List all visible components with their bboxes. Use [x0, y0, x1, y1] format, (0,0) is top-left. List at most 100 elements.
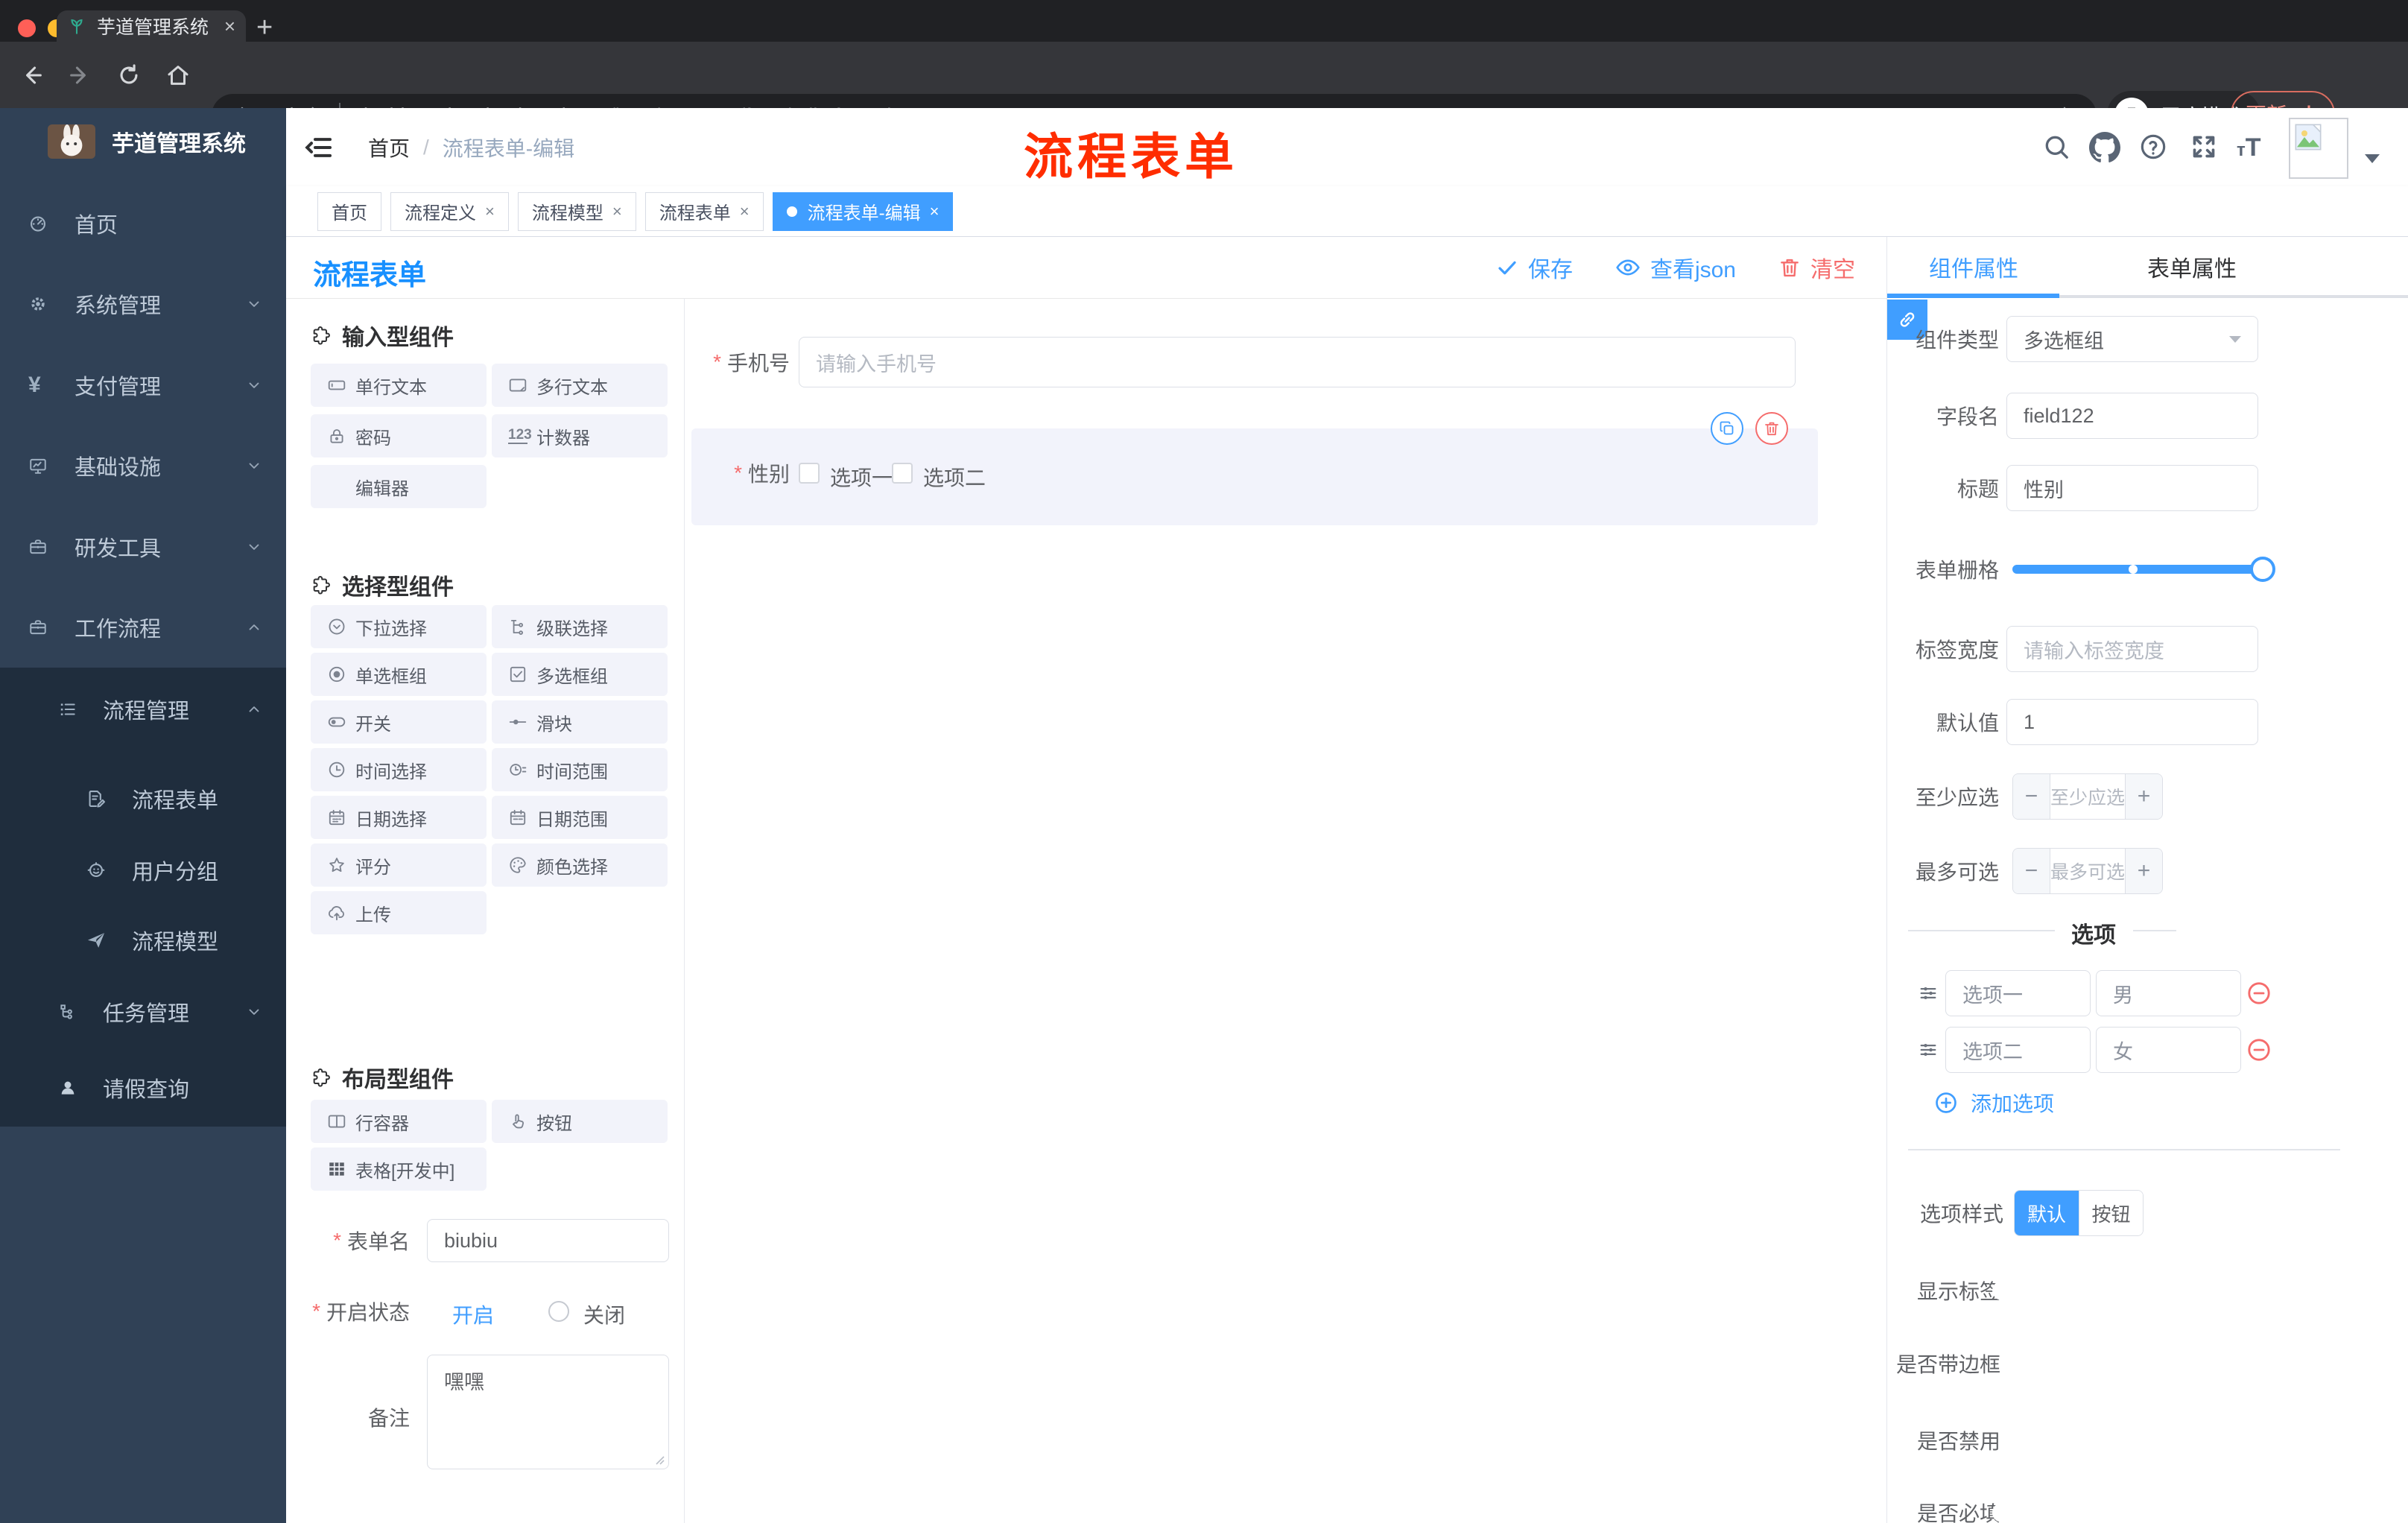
component-radio-group[interactable]: 单选框组 — [311, 653, 487, 696]
gender-option2-checkbox[interactable] — [892, 463, 913, 484]
grid-slider-handle[interactable] — [2250, 557, 2275, 582]
delete-component-button[interactable] — [1755, 412, 1788, 445]
default-value-input[interactable]: 1 — [2006, 699, 2258, 745]
home-icon[interactable] — [165, 63, 191, 88]
component-counter[interactable]: 计数器 — [492, 414, 668, 457]
component-multi-text[interactable]: 多行文本 — [492, 364, 668, 407]
drag-handle-icon[interactable] — [1918, 983, 1939, 1004]
tag-close-icon[interactable] — [930, 202, 940, 221]
status-off-label[interactable]: 关闭 — [583, 1299, 625, 1329]
component-editor[interactable]: 编辑器 — [311, 465, 487, 508]
component-cascader[interactable]: 级联选择 — [492, 605, 668, 648]
tag-process-form[interactable]: 流程表单 — [644, 191, 764, 231]
form-name-input[interactable]: biubiu — [427, 1219, 669, 1262]
sidebar-logo[interactable]: 芋道管理系统 — [0, 118, 286, 165]
option-label-input[interactable]: 选项二 — [1945, 1027, 2091, 1073]
tab-component-props[interactable]: 组件属性 — [1907, 250, 2041, 283]
reload-icon[interactable] — [116, 63, 142, 88]
tab-form-props[interactable]: 表单属性 — [2125, 250, 2259, 283]
component-checkbox-group[interactable]: 多选框组 — [492, 653, 668, 696]
browser-tab[interactable]: 芋道管理系统 — [57, 10, 246, 42]
forward-icon[interactable] — [67, 63, 92, 88]
tag-process-form-edit[interactable]: 流程表单-编辑 — [772, 191, 954, 231]
sidebar-item-workflow[interactable]: 工作流程 — [0, 593, 286, 662]
tag-close-icon[interactable] — [485, 202, 495, 221]
tag-process-model[interactable]: 流程模型 — [517, 191, 636, 231]
component-time-picker[interactable]: 时间选择 — [311, 748, 487, 791]
component-select[interactable]: 下拉选择 — [311, 605, 487, 648]
canvas-phone-input[interactable]: 请输入手机号 — [799, 337, 1796, 387]
font-size-icon[interactable]: тT — [2237, 133, 2261, 162]
copy-component-button[interactable] — [1711, 412, 1743, 445]
stepper-value[interactable]: 最多可选 — [2050, 849, 2125, 893]
back-icon[interactable] — [19, 63, 45, 88]
gender-option2-label[interactable]: 选项二 — [923, 462, 986, 492]
style-default-button[interactable]: 默认 — [2015, 1191, 2079, 1235]
component-button[interactable]: 按钮 — [492, 1100, 668, 1143]
component-slider[interactable]: 滑块 — [492, 700, 668, 744]
sidebar-item-leave-query[interactable]: 请假查询 — [0, 1054, 286, 1122]
save-button[interactable]: 保存 — [1495, 251, 1573, 284]
tag-close-icon[interactable] — [612, 202, 622, 221]
sidebar-collapse-icon[interactable] — [304, 133, 334, 162]
sidebar-item-user-group[interactable]: 用户分组 — [0, 836, 286, 905]
component-rate[interactable]: 评分 — [311, 843, 487, 887]
sidebar-item-process-form[interactable]: 流程表单 — [0, 764, 286, 833]
stepper-minus-button[interactable]: − — [2013, 849, 2050, 893]
grid-slider-track[interactable] — [2012, 565, 2263, 574]
search-icon[interactable] — [2041, 132, 2071, 162]
sidebar-item-task-mgmt[interactable]: 任务管理 — [0, 978, 286, 1046]
window-close-button[interactable] — [18, 19, 36, 37]
option-value-input[interactable]: 男 — [2096, 970, 2241, 1016]
breadcrumb-home[interactable]: 首页 — [368, 133, 410, 162]
tag-process-definition[interactable]: 流程定义 — [390, 191, 509, 231]
component-date-range[interactable]: 日期范围 — [492, 796, 668, 839]
sidebar-item-process-mgmt[interactable]: 流程管理 — [0, 675, 286, 744]
component-upload[interactable]: 上传 — [311, 891, 487, 934]
clear-button[interactable]: 清空 — [1778, 251, 1855, 284]
status-off-radio[interactable] — [548, 1301, 569, 1322]
tab-close-icon[interactable] — [224, 15, 235, 38]
option-label-input[interactable]: 选项一 — [1945, 970, 2091, 1016]
sidebar-item-system[interactable]: 系统管理 — [0, 270, 286, 338]
component-date-picker[interactable]: 日期选择 — [311, 796, 487, 839]
drag-handle-icon[interactable] — [1918, 1039, 1939, 1060]
title-input[interactable]: 性别 — [2006, 465, 2258, 511]
sidebar-item-home[interactable]: 首页 — [0, 189, 286, 258]
field-name-input[interactable]: field122 — [2006, 393, 2258, 439]
stepper-minus-button[interactable]: − — [2013, 774, 2050, 819]
sidebar-item-process-model[interactable]: 流程模型 — [0, 906, 286, 975]
stepper-plus-button[interactable]: + — [2125, 774, 2162, 819]
tag-close-icon[interactable] — [740, 202, 750, 221]
component-color-picker[interactable]: 颜色选择 — [492, 843, 668, 887]
remove-option-icon[interactable] — [2246, 1036, 2272, 1063]
form-remark-textarea[interactable]: 嘿嘿 — [427, 1355, 669, 1469]
component-row-container[interactable]: 行容器 — [311, 1100, 487, 1143]
status-on-label[interactable]: 开启 — [452, 1299, 494, 1329]
component-type-select[interactable]: 多选框组 — [2006, 316, 2258, 362]
avatar[interactable] — [2289, 118, 2348, 179]
sidebar-item-payment[interactable]: 支付管理 — [0, 351, 286, 419]
help-icon[interactable] — [2138, 132, 2168, 162]
component-password[interactable]: 密码 — [311, 414, 487, 457]
add-option-button[interactable]: 添加选项 — [1933, 1088, 2054, 1118]
tag-home[interactable]: 首页 — [317, 191, 381, 231]
gender-option1-checkbox[interactable] — [799, 463, 820, 484]
fullscreen-icon[interactable] — [2189, 132, 2219, 162]
stepper-value[interactable]: 至少应选 — [2050, 774, 2125, 819]
sidebar-item-devtools[interactable]: 研发工具 — [0, 513, 286, 581]
remove-option-icon[interactable] — [2246, 980, 2272, 1007]
component-time-range[interactable]: 时间范围 — [492, 748, 668, 791]
label-width-input[interactable]: 请输入标签宽度 — [2006, 626, 2258, 672]
style-button-button[interactable]: 按钮 — [2079, 1191, 2143, 1235]
option-value-input[interactable]: 女 — [2096, 1027, 2241, 1073]
avatar-caret-icon[interactable] — [2365, 154, 2380, 163]
new-tab-button[interactable]: + — [256, 12, 273, 44]
sidebar-item-infra[interactable]: 基础设施 — [0, 431, 286, 500]
stepper-plus-button[interactable]: + — [2125, 849, 2162, 893]
gender-option1-label[interactable]: 选项一 — [830, 462, 893, 492]
component-switch[interactable]: 开关 — [311, 700, 487, 744]
component-single-text[interactable]: 单行文本 — [311, 364, 487, 407]
github-icon[interactable] — [2089, 132, 2120, 163]
component-table[interactable]: 表格[开发中] — [311, 1147, 487, 1191]
